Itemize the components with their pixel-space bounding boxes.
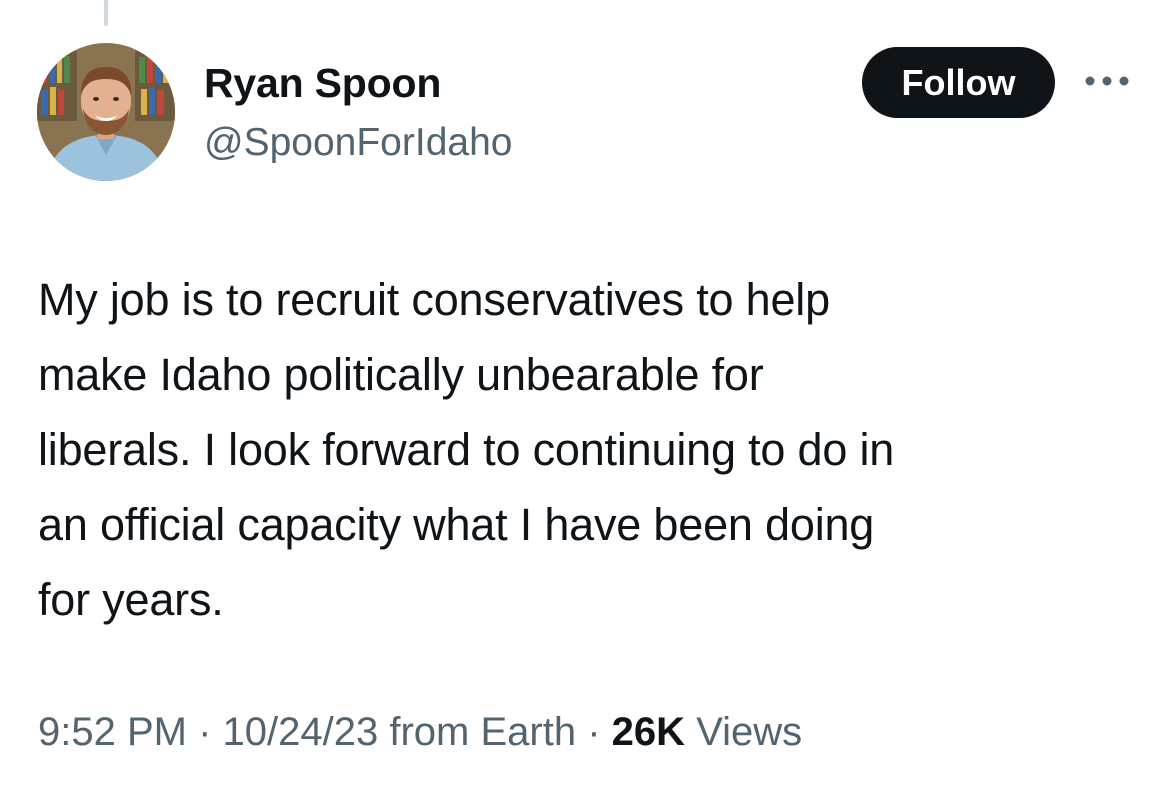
tweet-text-line: My job is to recruit conservatives to he… [38, 274, 830, 325]
views-count[interactable]: 26K [612, 710, 685, 754]
meta-separator: · [198, 710, 212, 754]
tweet-text-line: an official capacity what I have been do… [38, 499, 875, 550]
tweet-text-line: make Idaho politically unbearable for [38, 349, 764, 400]
thread-line [104, 0, 108, 26]
more-horizontal-icon [1085, 76, 1129, 86]
tweet-meta: 9:52 PM · 10/24/23 from Earth · 26K View… [38, 707, 802, 757]
tweet-date[interactable]: 10/24/23 [223, 710, 379, 754]
profile-photo-icon [37, 43, 175, 181]
tweet-source: from Earth [389, 710, 577, 754]
avatar[interactable] [37, 43, 175, 181]
tweet-page: Ryan Spoon @SpoonForIdaho Follow My job … [0, 0, 1170, 785]
meta-separator: · [587, 710, 601, 754]
author-handle[interactable]: @SpoonForIdaho [204, 119, 512, 167]
tweet-text: My job is to recruit conservatives to he… [38, 262, 1138, 637]
tweet-text-line: for years. [38, 574, 224, 625]
more-options-button[interactable] [1083, 66, 1131, 96]
author-display-name[interactable]: Ryan Spoon [204, 58, 441, 108]
follow-button[interactable]: Follow [862, 47, 1055, 118]
tweet-text-line: liberals. I look forward to continuing t… [38, 424, 895, 475]
tweet-time[interactable]: 9:52 PM [38, 710, 187, 754]
views-label[interactable]: Views [696, 710, 802, 754]
